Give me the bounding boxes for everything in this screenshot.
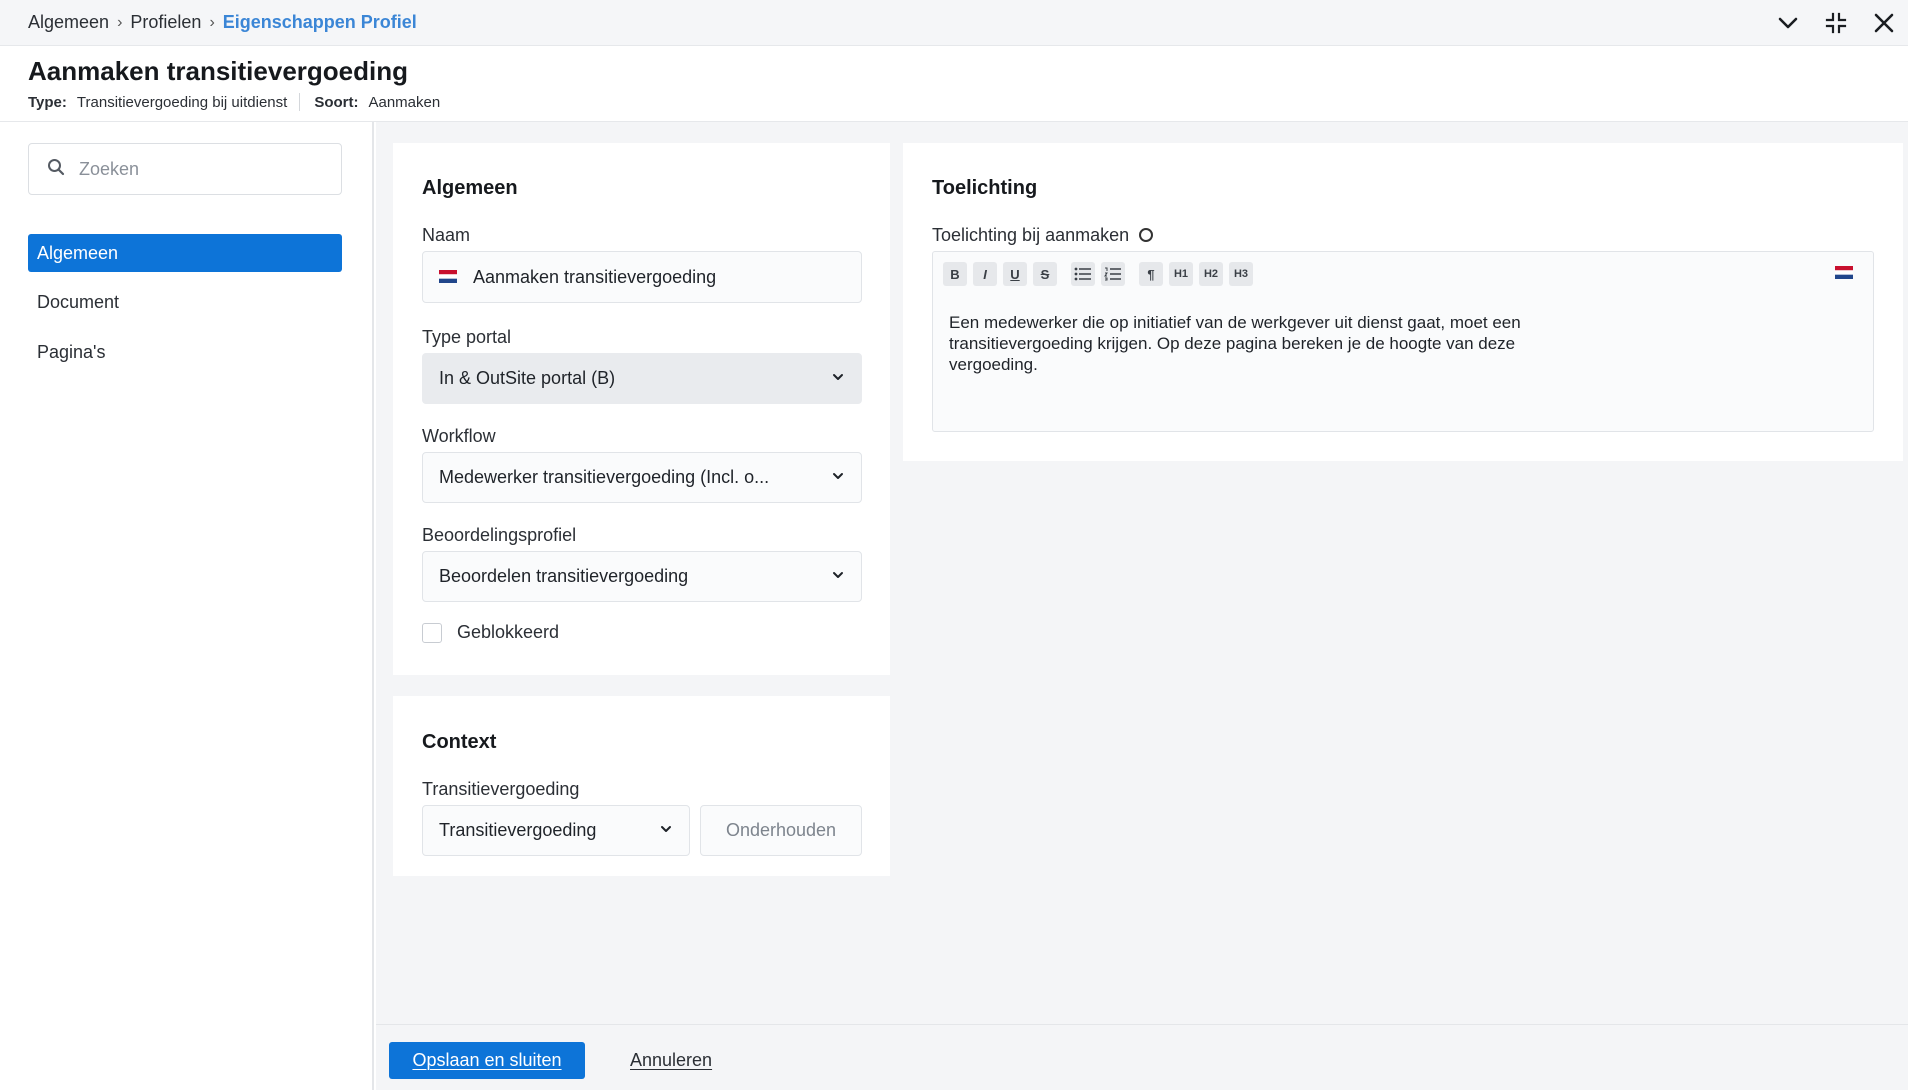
strikethrough-button[interactable]: S xyxy=(1033,262,1057,286)
save-and-close-label: Opslaan en sluiten xyxy=(412,1050,562,1070)
paragraph-button[interactable]: ¶ xyxy=(1139,262,1163,286)
heading3-button[interactable]: H3 xyxy=(1229,262,1253,286)
beoordelingsprofiel-value: Beoordelen transitievergoeding xyxy=(439,566,689,586)
breadcrumb-item-algemeen[interactable]: Algemeen xyxy=(28,12,109,33)
heading2-button[interactable]: H2 xyxy=(1199,262,1223,286)
search-input[interactable] xyxy=(79,158,319,180)
compress-icon[interactable] xyxy=(1820,7,1852,39)
search-box[interactable] xyxy=(28,143,342,195)
breadcrumb: Algemeen › Profielen › Eigenschappen Pro… xyxy=(28,12,417,33)
footer-bar: Opslaan en sluiten Annuleren xyxy=(376,1024,1908,1090)
toelichting-card-title: Toelichting xyxy=(932,177,1038,199)
geblokkeerd-label: Geblokkeerd xyxy=(457,622,560,642)
naam-value: Aanmaken transitievergoeding xyxy=(473,266,717,287)
main-content: Algemeen Naam Aanmaken transitievergoedi… xyxy=(376,122,1908,1024)
dutch-flag-icon xyxy=(439,267,457,288)
type-portal-label: Type portal xyxy=(422,327,512,347)
workflow-label: Workflow xyxy=(422,426,496,446)
breadcrumb-separator: › xyxy=(117,13,123,31)
geblokkeerd-checkbox[interactable] xyxy=(422,622,442,643)
save-and-close-button[interactable]: Opslaan en sluiten xyxy=(389,1042,585,1079)
type-value: Transitievergoeding bij uitdienst xyxy=(76,93,288,111)
sidebar-item-algemeen[interactable]: Algemeen xyxy=(28,234,342,272)
page-meta: Type: Transitievergoeding bij uitdienst … xyxy=(28,93,440,111)
workflow-select[interactable]: Medewerker transitievergoeding (Incl. o.… xyxy=(422,452,862,503)
type-label: Type: xyxy=(28,93,67,111)
algemeen-card: Algemeen Naam Aanmaken transitievergoedi… xyxy=(393,143,890,675)
dutch-flag-icon[interactable] xyxy=(1835,266,1853,284)
algemeen-card-title: Algemeen xyxy=(422,177,518,199)
beoordelingsprofiel-label: Beoordelingsprofiel xyxy=(422,525,577,545)
chevron-down-icon xyxy=(831,467,845,488)
context-card: Context Transitievergoeding Transitiever… xyxy=(393,696,890,876)
geblokkeerd-row: Geblokkeerd xyxy=(422,622,559,643)
chevron-down-icon xyxy=(659,820,673,841)
toelichting-card: Toelichting Toelichting bij aanmaken B I… xyxy=(903,143,1903,461)
cancel-label: Annuleren xyxy=(630,1050,713,1070)
breadcrumb-separator: › xyxy=(209,13,215,31)
sidebar-item-document[interactable]: Document xyxy=(28,283,342,321)
bold-button[interactable]: B xyxy=(943,262,967,286)
chevron-down-icon[interactable] xyxy=(1772,7,1804,39)
naam-field[interactable]: Aanmaken transitievergoeding xyxy=(422,251,862,303)
sidebar: Algemeen Document Pagina's xyxy=(0,122,374,1090)
editor-content[interactable]: Een medewerker die op initiatief van de … xyxy=(949,312,1599,375)
bullet-list-icon[interactable] xyxy=(1071,262,1095,286)
top-bar: Algemeen › Profielen › Eigenschappen Pro… xyxy=(0,0,1908,46)
toelichting-label-text: Toelichting bij aanmaken xyxy=(932,225,1130,245)
workflow-value: Medewerker transitievergoeding (Incl. o.… xyxy=(439,467,770,487)
type-portal-value: In & OutSite portal (B) xyxy=(439,368,616,388)
soort-value: Aanmaken xyxy=(368,93,441,111)
numbered-list-icon[interactable] xyxy=(1101,262,1125,286)
chevron-down-icon xyxy=(831,368,845,389)
editor-toolbar: B I U S ¶ H1 H2 H3 xyxy=(943,262,1259,286)
sidebar-item-paginas[interactable]: Pagina's xyxy=(28,333,342,371)
rich-text-editor[interactable]: B I U S ¶ H1 H2 H3 Een medewerker die op… xyxy=(932,251,1874,432)
heading1-button[interactable]: H1 xyxy=(1169,262,1193,286)
transitievergoeding-select[interactable]: Transitievergoeding xyxy=(422,805,690,856)
transitievergoeding-value: Transitievergoeding xyxy=(439,820,597,840)
breadcrumb-item-current: Eigenschappen Profiel xyxy=(222,12,417,32)
chevron-down-icon xyxy=(831,566,845,587)
info-icon[interactable] xyxy=(1139,228,1154,242)
italic-button[interactable]: I xyxy=(973,262,997,286)
toelichting-field-label: Toelichting bij aanmaken xyxy=(932,225,1154,246)
underline-button[interactable]: U xyxy=(1003,262,1027,286)
cancel-button[interactable]: Annuleren xyxy=(630,1042,712,1079)
page-header: Aanmaken transitievergoeding Type: Trans… xyxy=(0,46,1908,122)
soort-label: Soort: xyxy=(314,93,359,111)
context-card-title: Context xyxy=(422,731,497,753)
beoordelingsprofiel-select[interactable]: Beoordelen transitievergoeding xyxy=(422,551,862,602)
transitievergoeding-label: Transitievergoeding xyxy=(422,779,580,799)
breadcrumb-item-profielen[interactable]: Profielen xyxy=(130,12,201,33)
type-portal-select[interactable]: In & OutSite portal (B) xyxy=(422,353,862,404)
naam-label: Naam xyxy=(422,225,471,245)
onderhouden-button[interactable]: Onderhouden xyxy=(700,805,862,856)
page-title: Aanmaken transitievergoeding xyxy=(28,56,408,86)
close-icon[interactable] xyxy=(1868,7,1900,39)
search-icon xyxy=(47,158,65,181)
meta-divider xyxy=(299,93,301,111)
